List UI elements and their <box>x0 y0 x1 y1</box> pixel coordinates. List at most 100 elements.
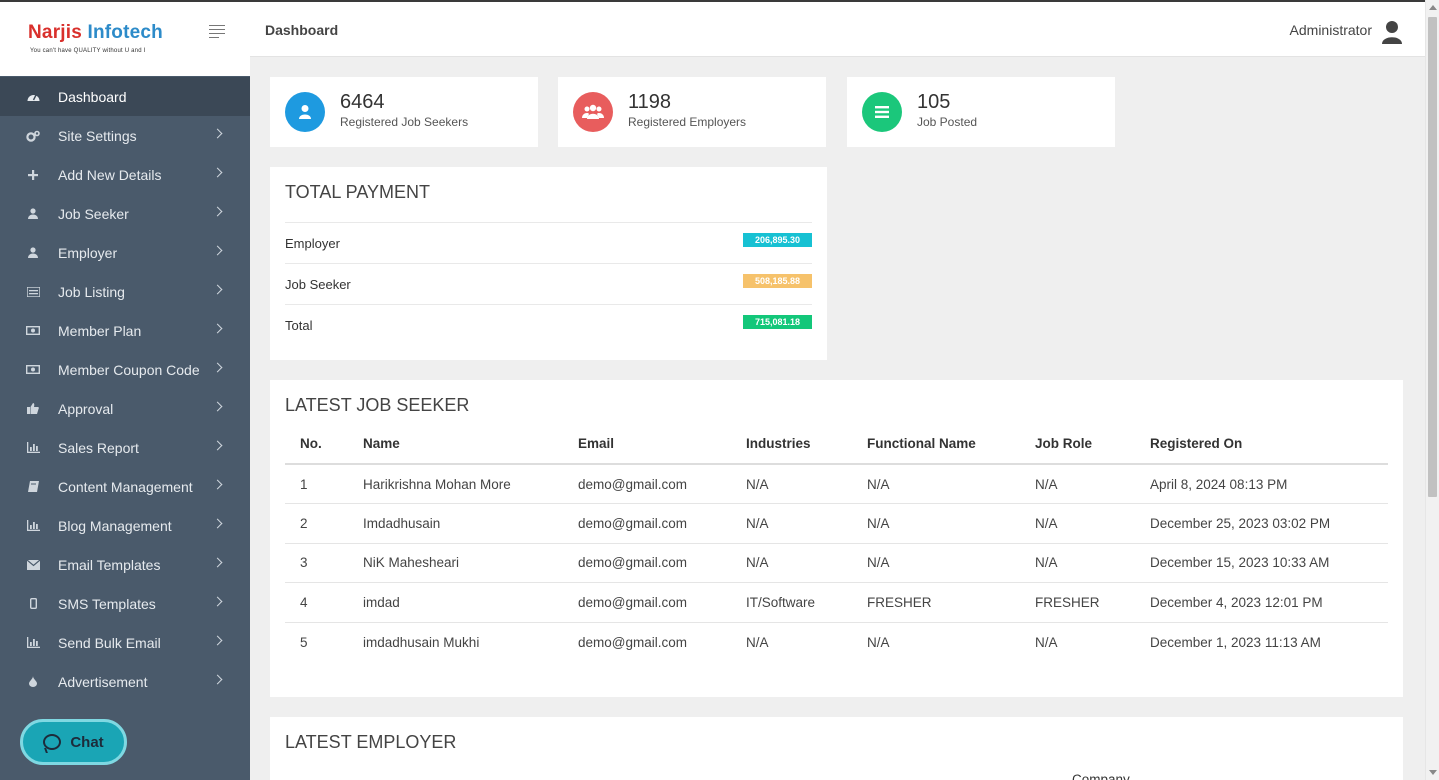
table-row[interactable]: 4 imdad demo@gmail.com IT/Software FRESHER FR… <box>285 582 1388 623</box>
scroll-up-icon[interactable] <box>1429 5 1437 10</box>
table-cell: N/A <box>852 503 1020 544</box>
table-cell: demo@gmail.com <box>563 503 731 544</box>
chat-button[interactable]: Chat <box>20 719 127 765</box>
stat-value: 105 <box>917 91 951 113</box>
table-row[interactable]: 5 imdadhusain Mukhi demo@gmail.com N/A N/A N/… <box>285 622 1388 662</box>
stat-label: Job Posted <box>917 115 978 129</box>
brand-logo[interactable]: Narjis Infotech <box>28 22 163 44</box>
stat-label: Registered Employers <box>628 115 747 129</box>
sidebar-item-sales-report[interactable]: Sales Report <box>0 428 250 467</box>
table-cell: demo@gmail.com <box>563 582 731 623</box>
table-body: 1 Harikrishna Mohan More demo@gmail.com N/A… <box>285 464 1388 662</box>
plus-icon <box>26 168 40 182</box>
sidebar-item-member-plan[interactable]: Member Plan <box>0 311 250 350</box>
table-cell: IT/Software <box>731 582 852 623</box>
chevron-right-icon <box>212 245 223 256</box>
chevron-right-icon <box>212 167 223 178</box>
chevron-right-icon <box>212 206 223 217</box>
chevron-right-icon <box>212 440 223 451</box>
stat-card-job-seekers[interactable]: 6464 Registered Job Seekers <box>270 77 538 147</box>
stat-value: 1198 <box>628 91 672 113</box>
money-icon <box>26 324 40 338</box>
sidebar-menu: Dashboard Site Settings Add New Details Job… <box>0 77 250 701</box>
payment-label: Job Seeker <box>285 277 351 292</box>
table-cell: N/A <box>1020 464 1135 504</box>
sidebar-item-label: Member Coupon Code <box>58 361 200 378</box>
sidebar-item-dashboard[interactable]: Dashboard <box>0 77 250 116</box>
sidebar-item-job-seeker[interactable]: Job Seeker <box>0 194 250 233</box>
sidebar-item-member-coupon-code[interactable]: Member Coupon Code <box>0 350 250 389</box>
sidebar-item-job-listing[interactable]: Job Listing <box>0 272 250 311</box>
table-cell: FRESHER <box>1020 582 1135 623</box>
table-cell: December 4, 2023 12:01 PM <box>1135 582 1388 623</box>
page-scrollbar[interactable] <box>1425 0 1439 780</box>
column-header[interactable]: Email <box>563 423 731 465</box>
sidebar-item-blog-management[interactable]: Blog Management <box>0 506 250 545</box>
stat-card-employers[interactable]: 1198 Registered Employers <box>558 77 826 147</box>
sidebar-item-approval[interactable]: Approval <box>0 389 250 428</box>
sidebar-item-add-new-details[interactable]: Add New Details <box>0 155 250 194</box>
stat-card-jobs-posted[interactable]: 105 Job Posted <box>847 77 1115 147</box>
chevron-right-icon <box>212 596 223 607</box>
table-cell: N/A <box>1020 543 1135 583</box>
envelope-icon <box>26 558 40 572</box>
payment-amount-badge: 508,185.88 <box>743 274 812 288</box>
user-name[interactable]: Administrator <box>1290 22 1372 38</box>
scroll-down-icon[interactable] <box>1429 770 1437 775</box>
stat-label: Registered Job Seekers <box>340 115 469 129</box>
chevron-right-icon <box>212 674 223 685</box>
job-seeker-stat-icon <box>285 92 325 132</box>
sidebar-item-label: Site Settings <box>58 127 137 144</box>
sidebar-item-sms-templates[interactable]: SMS Templates <box>0 584 250 623</box>
table-cell: April 8, 2024 08:13 PM <box>1135 464 1388 504</box>
table-cell: 1 <box>285 464 348 504</box>
table-cell: Harikrishna Mohan More <box>348 464 563 504</box>
sidebar-item-send-bulk-email[interactable]: Send Bulk Email <box>0 623 250 662</box>
table-cell: imdad <box>348 582 563 623</box>
table-cell: imdadhusain Mukhi <box>363 634 480 650</box>
table-header-row: No. Name Email Industries Functional Name Job… <box>285 423 1388 465</box>
scroll-thumb[interactable] <box>1428 17 1437 497</box>
brand-name-part1: Narjis <box>28 22 88 43</box>
mobile-icon <box>26 597 40 611</box>
sidebar-item-content-management[interactable]: Content Management <box>0 467 250 506</box>
sidebar: Narjis Infotech You can't have QUALITY w… <box>0 0 250 780</box>
table-row[interactable]: 3 NiK Mahesheari demo@gmail.com N/A N/A N/A De… <box>285 543 1388 583</box>
book-icon <box>26 480 40 494</box>
column-header[interactable]: Name <box>348 423 563 465</box>
sidebar-item-email-templates[interactable]: Email Templates <box>0 545 250 584</box>
bar-chart-icon <box>26 636 40 650</box>
payment-row-job-seeker: Job Seeker 508,185.88 <box>285 263 812 304</box>
user-avatar-icon[interactable] <box>1381 20 1403 44</box>
table-cell: 4 <box>285 582 348 623</box>
bar-chart-icon <box>26 519 40 533</box>
table-cell: N/A <box>1035 634 1058 650</box>
sidebar-item-label: Send Bulk Email <box>58 634 161 651</box>
table-row[interactable]: 1 Harikrishna Mohan More demo@gmail.com N/A… <box>285 464 1388 504</box>
menu-toggle-icon[interactable] <box>209 25 225 38</box>
brand-tagline: You can't have QUALITY without U and I <box>30 48 146 54</box>
sidebar-item-label: Sales Report <box>58 439 139 456</box>
table-cell: N/A <box>731 503 852 544</box>
brand-name-part2: Infotech <box>87 22 163 43</box>
column-header[interactable]: Industries <box>731 423 852 465</box>
users-group-icon <box>573 92 613 132</box>
panel-title: LATEST JOB SEEKER <box>285 395 470 415</box>
job-seeker-table: No. Name Email Industries Functional Name Job… <box>285 423 1388 662</box>
sidebar-item-advertisement[interactable]: Advertisement <box>0 662 250 701</box>
table-cell: 5 <box>300 634 308 650</box>
bar-chart-icon <box>26 441 40 455</box>
chevron-right-icon <box>212 557 223 568</box>
topbar: Dashboard Administrator <box>250 0 1425 57</box>
sidebar-item-employer[interactable]: Employer <box>0 233 250 272</box>
column-header[interactable]: No. <box>285 423 348 465</box>
sidebar-item-label: Job Listing <box>58 283 125 300</box>
payment-amount-badge: 206,895.30 <box>743 233 812 247</box>
column-header[interactable]: Job Role <box>1020 423 1135 465</box>
user-icon <box>26 207 40 221</box>
table-row[interactable]: 2 Imdadhusain demo@gmail.com N/A N/A N/A Decem… <box>285 503 1388 544</box>
column-header[interactable]: Registered On <box>1135 423 1388 465</box>
sidebar-item-site-settings[interactable]: Site Settings <box>0 116 250 155</box>
column-header-company: Company <box>1072 772 1130 780</box>
column-header[interactable]: Functional Name <box>852 423 1020 465</box>
